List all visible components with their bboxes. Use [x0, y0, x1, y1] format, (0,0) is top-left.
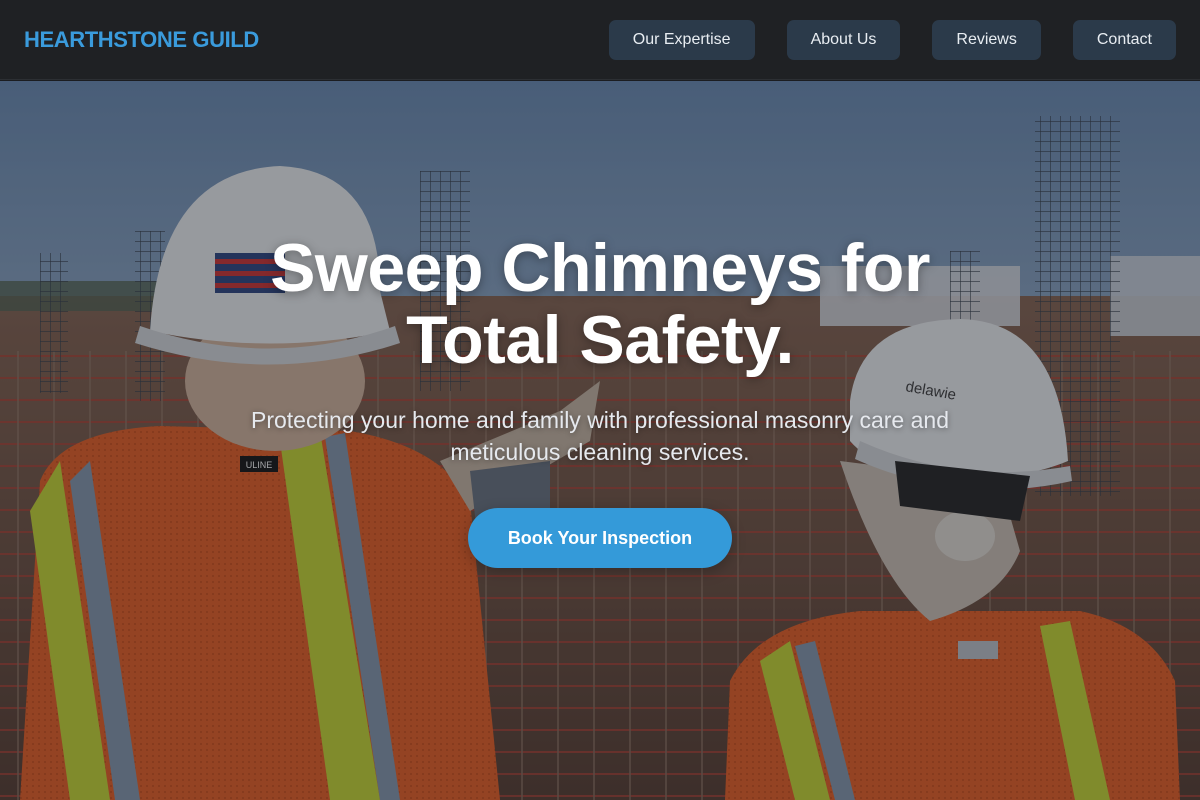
site-header: HEARTHSTONE GUILD Our Expertise About Us…: [0, 0, 1200, 80]
nav-our-expertise[interactable]: Our Expertise: [608, 19, 755, 60]
brand-logo[interactable]: HEARTHSTONE GUILD: [24, 27, 259, 53]
main-nav: Our Expertise About Us Reviews Contact: [608, 19, 1176, 60]
nav-reviews[interactable]: Reviews: [932, 19, 1041, 60]
nav-contact[interactable]: Contact: [1072, 19, 1176, 60]
hero-content: Sweep Chimneys for Total Safety. Protect…: [0, 81, 1200, 800]
hero-subheadline: Protecting your home and family with pro…: [250, 407, 949, 465]
hero-headline: Sweep Chimneys for Total Safety.: [270, 230, 930, 378]
page: HEARTHSTONE GUILD Our Expertise About Us…: [0, 0, 1200, 800]
hero-section: ULINE delawie Sweep Chimneys for Total S…: [0, 81, 1200, 800]
book-inspection-button[interactable]: Book Your Inspection: [467, 508, 733, 568]
nav-about-us[interactable]: About Us: [786, 19, 901, 60]
